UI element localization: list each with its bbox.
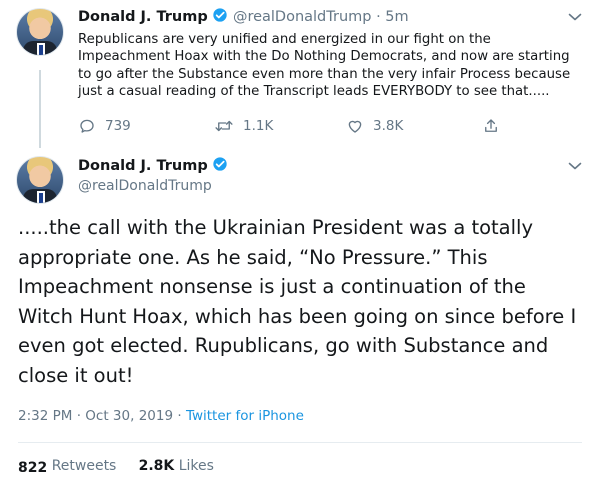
tweet-actions: 739 1.1K 3.8K bbox=[78, 117, 508, 137]
separator-dot: · bbox=[76, 408, 81, 424]
reply-icon bbox=[80, 119, 94, 133]
avatar[interactable] bbox=[16, 156, 64, 204]
tweet-time[interactable]: 2:32 PM bbox=[18, 408, 72, 424]
like-count: 2.8K bbox=[138, 458, 175, 474]
share-icon bbox=[485, 119, 497, 132]
verified-badge-icon bbox=[213, 8, 227, 22]
retweets-stat[interactable]: 822 Retweets bbox=[18, 458, 116, 474]
like-count: 3.8K bbox=[373, 118, 404, 134]
tweet-text: .....the call with the Ukrainian Preside… bbox=[18, 216, 577, 387]
retweet-count: 1.1K bbox=[243, 118, 274, 134]
tweet-header: Donald J. Trump @realDonaldTrump · 5m bbox=[78, 7, 409, 25]
retweet-icon bbox=[215, 120, 233, 132]
share-button[interactable] bbox=[482, 117, 500, 135]
tweet-stats: 822 Retweets 2.8K Likes bbox=[18, 458, 214, 474]
tweet-author: Donald J. Trump bbox=[78, 156, 228, 174]
tweet-metadata: 2:32 PM · Oct 30, 2019 · Twitter for iPh… bbox=[18, 408, 304, 424]
chevron-down-icon[interactable] bbox=[568, 161, 582, 171]
tweet-source-link[interactable]: Twitter for iPhone bbox=[186, 408, 304, 424]
author-name[interactable]: Donald J. Trump bbox=[78, 9, 208, 25]
divider bbox=[18, 442, 582, 443]
verified-badge-icon bbox=[213, 157, 227, 171]
tweet-date[interactable]: Oct 30, 2019 bbox=[85, 408, 173, 424]
avatar[interactable] bbox=[16, 8, 64, 56]
author-handle[interactable]: @realDonaldTrump bbox=[233, 9, 372, 25]
retweet-button[interactable]: 1.1K bbox=[214, 117, 273, 135]
like-button[interactable]: 3.8K bbox=[346, 117, 403, 135]
tweet-time[interactable]: 5m bbox=[385, 9, 408, 25]
likes-stat[interactable]: 2.8K Likes bbox=[139, 458, 214, 474]
author-name[interactable]: Donald J. Trump bbox=[78, 158, 208, 174]
chevron-down-icon[interactable] bbox=[568, 12, 582, 22]
separator-dot: · bbox=[376, 9, 381, 25]
tweet-text: Republicans are very unified and energiz… bbox=[78, 32, 571, 100]
likes-label: Likes bbox=[178, 458, 214, 474]
author-handle[interactable]: @realDonaldTrump bbox=[78, 178, 212, 194]
reply-button[interactable]: 739 bbox=[78, 117, 131, 135]
reply-count: 739 bbox=[105, 118, 131, 134]
separator-dot: · bbox=[177, 408, 182, 424]
retweets-label: Retweets bbox=[51, 458, 117, 474]
heart-icon bbox=[348, 120, 362, 133]
thread-connector-line bbox=[39, 70, 41, 148]
retweet-count: 822 bbox=[18, 460, 48, 472]
